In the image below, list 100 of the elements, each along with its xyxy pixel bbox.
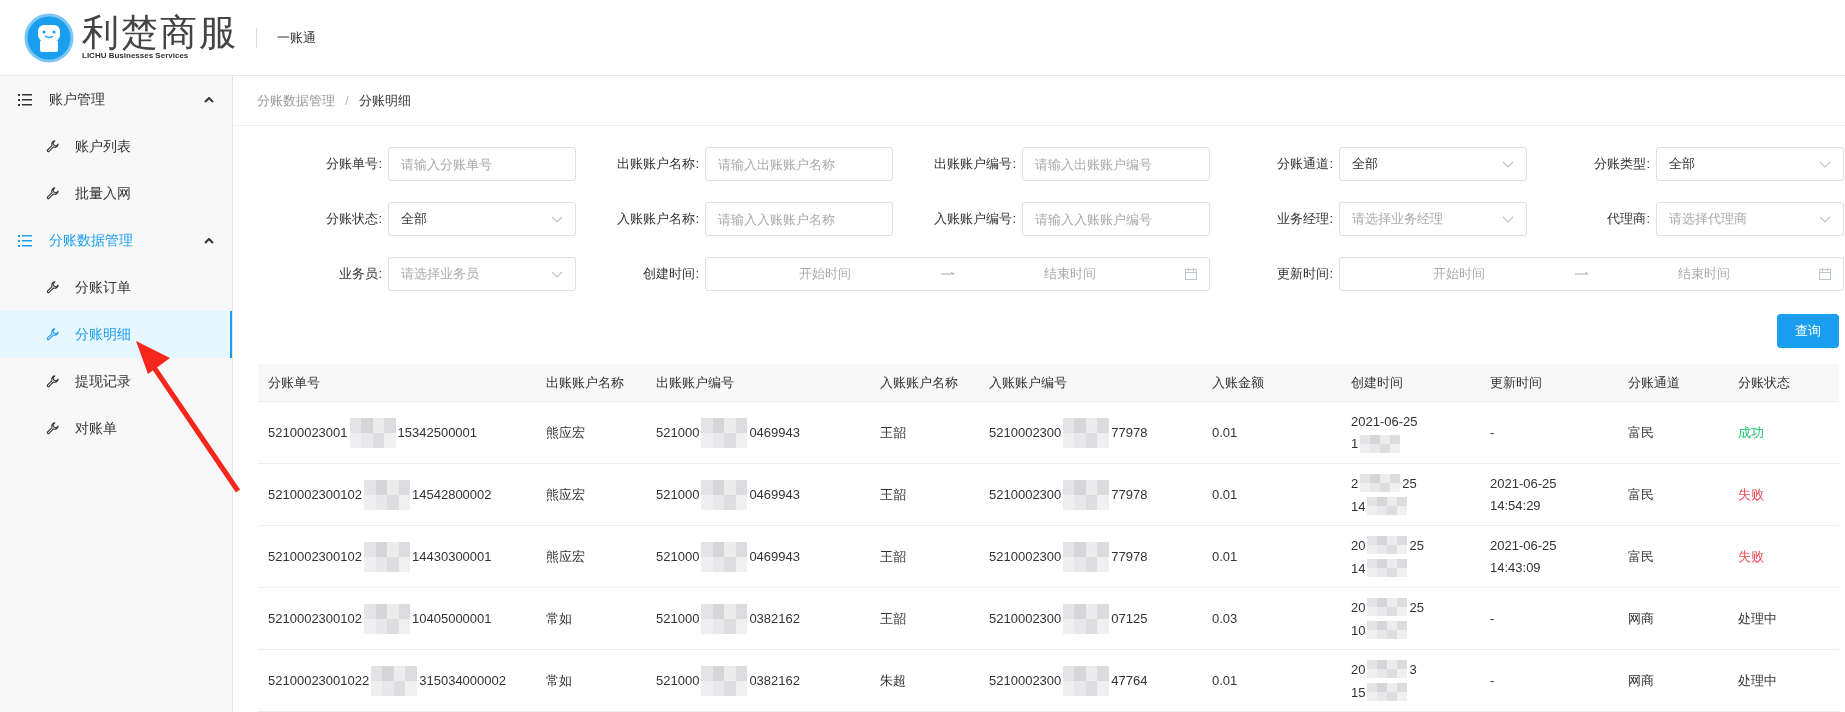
redaction-mosaic	[1063, 665, 1110, 696]
table-cell-text: 0.01	[1212, 487, 1238, 502]
column-header: 分账通道	[1627, 373, 1681, 392]
calendar-icon	[1819, 268, 1831, 280]
select-field[interactable]: 全部	[388, 202, 576, 236]
status-text: 处理中	[1738, 610, 1777, 626]
sidebar-item[interactable]: 批量入网	[0, 170, 232, 217]
column-header: 出账账户编号	[655, 373, 735, 392]
table-cell-text: 10	[1351, 621, 1366, 639]
table-cell-text: 常如	[546, 610, 572, 626]
text-field[interactable]: 请输入出账账户编号	[1022, 147, 1210, 181]
list-icon	[18, 93, 32, 106]
redaction-mosaic	[1367, 621, 1408, 639]
table-cell-text: 5210002300	[989, 673, 1062, 688]
table-cell-text: 25	[1402, 474, 1417, 492]
caret-icon	[204, 237, 214, 244]
redaction-mosaic	[1367, 559, 1408, 577]
wrench-icon	[46, 187, 59, 200]
table-cell-text: 0382162	[749, 673, 800, 688]
table-cell-text: 14542800002	[412, 487, 492, 502]
table-cell-text: 0.01	[1212, 549, 1238, 564]
redaction-mosaic	[364, 479, 410, 510]
table-cell-text: 0.03	[1212, 611, 1238, 626]
select-field[interactable]: 全部	[1339, 147, 1527, 181]
redaction-mosaic	[1360, 434, 1401, 453]
chevron-down-icon	[551, 270, 563, 278]
sidebar-item[interactable]: 分账订单	[0, 264, 232, 311]
wrench-icon	[46, 422, 59, 435]
table-cell-text: 5210002300102	[268, 611, 362, 626]
table-cell-text: 富民	[1628, 424, 1654, 440]
sidebar-item[interactable]: 对账单	[0, 405, 232, 452]
filter-label: 业务员:	[338, 265, 383, 283]
sidebar-item[interactable]: 账户列表	[0, 123, 232, 170]
redaction-mosaic	[1367, 660, 1408, 678]
calendar-icon	[1185, 268, 1197, 280]
chevron-down-icon	[1502, 215, 1514, 223]
table-cell-text: 521000	[656, 611, 700, 626]
redaction-mosaic	[349, 417, 396, 448]
select-field[interactable]: 全部	[1656, 147, 1844, 181]
chevron-down-icon	[1819, 215, 1831, 223]
table-cell-text: 0382162	[749, 611, 800, 626]
table-cell-text: 20	[1351, 598, 1366, 616]
column-header: 入账账户编号	[988, 373, 1068, 392]
wrench-icon	[46, 281, 59, 294]
redaction-mosaic	[1367, 683, 1408, 701]
table-cell-text: 5210002300	[989, 549, 1062, 564]
table-cell-text: -	[1490, 672, 1496, 689]
redaction-mosaic	[1360, 474, 1401, 492]
table-cell-text: 熊应宏	[546, 424, 585, 440]
column-header: 分账状态	[1737, 373, 1791, 392]
column-header: 更新时间	[1489, 373, 1543, 392]
table-cell-text: -	[1490, 610, 1496, 627]
text-field[interactable]: 请输入入账账户编号	[1022, 202, 1210, 236]
sidebar-group[interactable]: 账户管理	[0, 76, 232, 123]
filter-label: 出账账户编号:	[933, 155, 1017, 173]
chevron-down-icon	[1502, 160, 1514, 168]
wrench-icon	[46, 375, 59, 388]
redaction-mosaic	[701, 541, 748, 572]
table-cell-text: 10405000001	[412, 611, 492, 626]
text-field[interactable]: 请输入分账单号	[388, 147, 576, 181]
table-cell-text: 52100023001	[268, 425, 348, 440]
redaction-mosaic	[371, 665, 418, 696]
list-icon	[18, 234, 32, 247]
redaction-mosaic	[1063, 603, 1110, 634]
table-cell-text: 0469943	[749, 549, 800, 564]
redaction-mosaic	[1063, 541, 1110, 572]
table-cell-text: 富民	[1628, 548, 1654, 564]
redaction-mosaic	[1063, 479, 1110, 510]
breadcrumb-item: 分账明细	[358, 91, 411, 110]
table-cell-text: 521000	[656, 673, 700, 688]
app-name: 一账通	[277, 28, 316, 47]
table-cell-text: 521000	[656, 425, 700, 440]
table-cell-text: 5210002300102	[268, 549, 362, 564]
logo-title: 利楚商服	[82, 15, 238, 51]
table-cell-text: 0.01	[1212, 425, 1238, 440]
redaction-mosaic	[1367, 598, 1408, 616]
filter-label: 分账类型:	[1593, 155, 1651, 173]
table-cell-text: 5210002300	[989, 425, 1062, 440]
table-cell-text: 14:43:09	[1490, 559, 1542, 576]
text-field[interactable]: 请输入出账账户名称	[705, 147, 893, 181]
sidebar-item[interactable]: 提现记录	[0, 358, 232, 405]
filter-label: 入账账户名称:	[616, 210, 700, 228]
column-header: 出账账户名称	[545, 373, 625, 392]
table-cell-text: 15	[1351, 683, 1366, 701]
logo-icon	[24, 12, 74, 63]
table-cell-text: 王韶	[880, 548, 906, 564]
table-cell-text: 常如	[546, 672, 572, 688]
filter-label: 更新时间:	[1276, 265, 1334, 283]
column-header: 分账单号	[267, 373, 321, 392]
table-cell-text: 2021-06-25	[1351, 412, 1418, 430]
text-field[interactable]: 请输入入账账户名称	[705, 202, 893, 236]
table-cell-text: 14:54:29	[1490, 497, 1542, 514]
redaction-mosaic	[1063, 417, 1110, 448]
table-cell-text: 网商	[1628, 610, 1654, 626]
redaction-mosaic	[364, 603, 410, 634]
table-cell-text: 富民	[1628, 486, 1654, 502]
status-text: 失败	[1738, 548, 1764, 564]
column-header: 入账金额	[1211, 373, 1265, 392]
table-cell-text: 521000	[656, 487, 700, 502]
column-header: 入账账户名称	[879, 373, 959, 392]
